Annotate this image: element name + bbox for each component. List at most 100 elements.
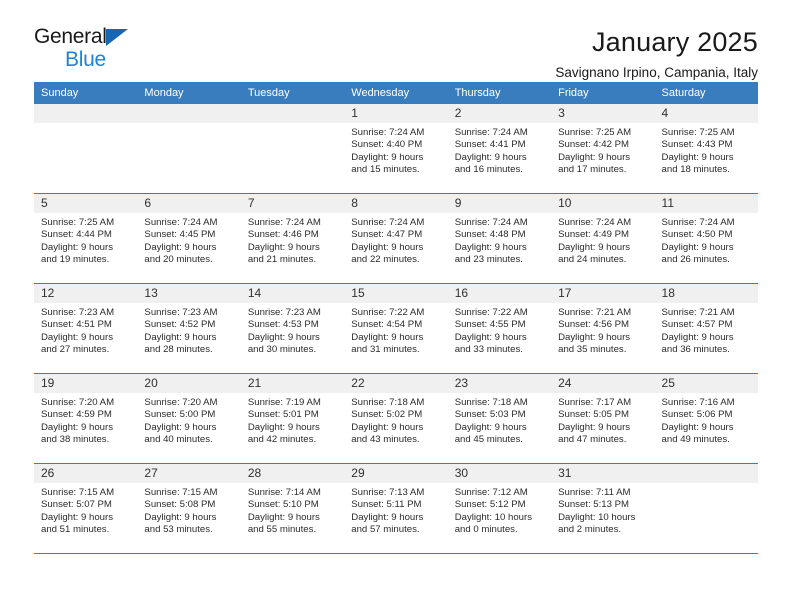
calendar-page: General Blue January 2025 Savignano Irpi…	[0, 0, 792, 612]
daylight-text: and 36 minutes.	[661, 344, 730, 356]
calendar-day-cell[interactable]: 6 Sunrise: 7:24 AM Sunset: 4:45 PM Daylight…	[137, 193, 241, 284]
calendar-day-cell[interactable]: 14 Sunrise: 7:23 AM Sunset: 4:53 PM Dayligh…	[240, 283, 345, 374]
day-number: 25	[654, 374, 758, 393]
sunrise-text: Sunrise: 7:20 AM	[144, 397, 218, 408]
day-details: Sunrise: 7:22 AM Sunset: 4:55 PM Daylight:…	[448, 303, 551, 357]
sunset-text: Sunset: 4:42 PM	[558, 139, 630, 151]
day-number: 21	[240, 374, 345, 393]
daylight-text: and 43 minutes.	[351, 434, 420, 446]
calendar-day-cell[interactable]: 18 Sunrise: 7:21 AM Sunset: 4:57 PM Dayligh…	[654, 283, 758, 374]
daylight-text: Daylight: 9 hours	[247, 241, 320, 253]
sunset-text: Sunset: 4:52 PM	[144, 319, 216, 331]
calendar-day-cell[interactable]: 12 Sunrise: 7:23 AM Sunset: 4:51 PM Dayligh…	[34, 283, 138, 374]
calendar-day-cell[interactable]: 7 Sunrise: 7:24 AM Sunset: 4:46 PM Daylight…	[240, 193, 345, 284]
day-number: 8	[344, 194, 448, 213]
daylight-text: and 17 minutes.	[558, 164, 627, 176]
calendar-day-cell[interactable]: 11 Sunrise: 7:24 AM Sunset: 4:50 PM Dayligh…	[654, 193, 758, 284]
day-number: 15	[344, 284, 448, 303]
logo-text-general: General	[34, 26, 128, 47]
sunset-text: Sunset: 5:13 PM	[558, 499, 630, 511]
day-details: Sunrise: 7:25 AM Sunset: 4:42 PM Daylight:…	[551, 123, 654, 177]
daylight-text: Daylight: 9 hours	[558, 331, 631, 343]
daylight-text: Daylight: 9 hours	[454, 151, 527, 163]
calendar-day-cell[interactable]: 3 Sunrise: 7:25 AM Sunset: 4:42 PM Daylight…	[551, 104, 655, 194]
calendar-day-cell[interactable]: 4 Sunrise: 7:25 AM Sunset: 4:43 PM Daylight…	[654, 104, 758, 194]
calendar-week-row: 5 Sunrise: 7:25 AM Sunset: 4:44 PM Daylight…	[34, 193, 758, 284]
calendar-day-cell[interactable]: 31 Sunrise: 7:11 AM Sunset: 5:13 PM Dayligh…	[551, 463, 655, 554]
calendar-day-cell[interactable]: 30 Sunrise: 7:12 AM Sunset: 5:12 PM Dayligh…	[447, 463, 552, 554]
day-number: 31	[551, 464, 655, 483]
weekday-header-friday: Friday	[551, 82, 655, 104]
calendar-day-cell[interactable]: 5 Sunrise: 7:25 AM Sunset: 4:44 PM Daylight…	[34, 193, 138, 284]
day-details: Sunrise: 7:22 AM Sunset: 4:54 PM Daylight:…	[344, 303, 447, 357]
day-number: 4	[654, 104, 758, 123]
calendar-day-cell[interactable]: 1 Sunrise: 7:24 AM Sunset: 4:40 PM Daylight…	[344, 104, 448, 194]
daylight-text: Daylight: 9 hours	[351, 151, 424, 163]
weekday-header-wednesday: Wednesday	[344, 82, 448, 104]
day-details: Sunrise: 7:18 AM Sunset: 5:02 PM Daylight:…	[344, 393, 447, 447]
calendar-day-cell[interactable]: 16 Sunrise: 7:22 AM Sunset: 4:55 PM Dayligh…	[447, 283, 552, 374]
calendar-header-row: Sunday Monday Tuesday Wednesday Thursday Frid…	[34, 82, 758, 104]
daylight-text: and 47 minutes.	[558, 434, 627, 446]
sunrise-text: Sunrise: 7:22 AM	[351, 307, 425, 318]
calendar-day-cell[interactable]: 25 Sunrise: 7:16 AM Sunset: 5:06 PM Dayligh…	[654, 373, 758, 464]
calendar-day-cell[interactable]: 10 Sunrise: 7:24 AM Sunset: 4:49 PM Dayligh…	[551, 193, 655, 284]
sunrise-text: Sunrise: 7:18 AM	[351, 397, 425, 408]
day-details: Sunrise: 7:17 AM Sunset: 5:05 PM Daylight:…	[551, 393, 654, 447]
daylight-text: and 24 minutes.	[558, 254, 627, 266]
day-details: Sunrise: 7:24 AM Sunset: 4:46 PM Daylight:…	[241, 213, 344, 267]
daylight-text: and 30 minutes.	[247, 344, 317, 356]
daylight-text: Daylight: 9 hours	[351, 511, 424, 523]
calendar-day-cell[interactable]: 21 Sunrise: 7:19 AM Sunset: 5:01 PM Dayligh…	[240, 373, 345, 464]
logo-general-label: General	[34, 25, 107, 48]
calendar-day-cell[interactable]: 9 Sunrise: 7:24 AM Sunset: 4:48 PM Daylight…	[447, 193, 552, 284]
calendar-day-cell[interactable]: 29 Sunrise: 7:13 AM Sunset: 5:11 PM Dayligh…	[344, 463, 448, 554]
daylight-text: and 53 minutes.	[144, 524, 213, 536]
day-number: 27	[137, 464, 241, 483]
day-number: 16	[447, 284, 552, 303]
calendar-day-cell[interactable]: 26 Sunrise: 7:15 AM Sunset: 5:07 PM Dayligh…	[34, 463, 138, 554]
sunset-text: Sunset: 4:50 PM	[661, 229, 733, 241]
sunset-text: Sunset: 4:53 PM	[247, 319, 319, 331]
day-number: 11	[654, 194, 758, 213]
sunset-text: Sunset: 4:54 PM	[351, 319, 423, 331]
generalblue-logo[interactable]: General Blue	[34, 24, 164, 70]
day-number: 26	[34, 464, 138, 483]
daylight-text: and 57 minutes.	[351, 524, 420, 536]
day-details: Sunrise: 7:23 AM Sunset: 4:51 PM Daylight:…	[34, 303, 137, 357]
daylight-text: and 2 minutes.	[558, 524, 622, 536]
daylight-text: Daylight: 9 hours	[41, 421, 113, 433]
sunrise-text: Sunrise: 7:23 AM	[41, 307, 115, 318]
day-details: Sunrise: 7:25 AM Sunset: 4:43 PM Daylight:…	[655, 123, 758, 177]
sunrise-text: Sunrise: 7:20 AM	[41, 397, 115, 408]
calendar-day-cell[interactable]: 24 Sunrise: 7:17 AM Sunset: 5:05 PM Dayligh…	[551, 373, 655, 464]
calendar-day-cell[interactable]: 13 Sunrise: 7:23 AM Sunset: 4:52 PM Dayligh…	[137, 283, 241, 374]
day-number: 12	[34, 284, 138, 303]
calendar-day-cell[interactable]: 15 Sunrise: 7:22 AM Sunset: 4:54 PM Dayligh…	[344, 283, 448, 374]
calendar-day-cell[interactable]: 19 Sunrise: 7:20 AM Sunset: 4:59 PM Dayligh…	[34, 373, 138, 464]
day-details: Sunrise: 7:24 AM Sunset: 4:49 PM Daylight:…	[551, 213, 654, 267]
daylight-text: Daylight: 9 hours	[558, 151, 631, 163]
weekday-header-tuesday: Tuesday	[240, 82, 345, 104]
calendar-day-cell[interactable]: 20 Sunrise: 7:20 AM Sunset: 5:00 PM Dayligh…	[137, 373, 241, 464]
sunset-text: Sunset: 4:55 PM	[454, 319, 526, 331]
calendar-day-cell[interactable]: 2 Sunrise: 7:24 AM Sunset: 4:41 PM Daylight…	[447, 104, 552, 194]
sunrise-text: Sunrise: 7:23 AM	[144, 307, 218, 318]
sunset-text: Sunset: 4:47 PM	[351, 229, 423, 241]
calendar-day-cell[interactable]: 22 Sunrise: 7:18 AM Sunset: 5:02 PM Dayligh…	[344, 373, 448, 464]
calendar-table: Sunday Monday Tuesday Wednesday Thursday Frid…	[34, 82, 758, 554]
calendar-day-cell[interactable]: 28 Sunrise: 7:14 AM Sunset: 5:10 PM Dayligh…	[240, 463, 345, 554]
calendar-day-cell[interactable]: 8 Sunrise: 7:24 AM Sunset: 4:47 PM Daylight…	[344, 193, 448, 284]
day-details: Sunrise: 7:24 AM Sunset: 4:47 PM Daylight:…	[344, 213, 447, 267]
calendar-cell-empty	[654, 463, 758, 554]
sunrise-text: Sunrise: 7:24 AM	[661, 217, 735, 228]
page-subtitle: Savignano Irpino, Campania, Italy	[555, 65, 758, 80]
sunrise-text: Sunrise: 7:19 AM	[247, 397, 321, 408]
day-details: Sunrise: 7:24 AM Sunset: 4:50 PM Daylight:…	[655, 213, 758, 267]
calendar-day-cell[interactable]: 17 Sunrise: 7:21 AM Sunset: 4:56 PM Dayligh…	[551, 283, 655, 374]
day-number	[654, 464, 758, 483]
calendar-day-cell[interactable]: 23 Sunrise: 7:18 AM Sunset: 5:03 PM Dayligh…	[447, 373, 552, 464]
calendar-day-cell[interactable]: 27 Sunrise: 7:15 AM Sunset: 5:08 PM Dayligh…	[137, 463, 241, 554]
day-details: Sunrise: 7:13 AM Sunset: 5:11 PM Daylight:…	[344, 483, 447, 537]
daylight-text: Daylight: 9 hours	[454, 241, 527, 253]
